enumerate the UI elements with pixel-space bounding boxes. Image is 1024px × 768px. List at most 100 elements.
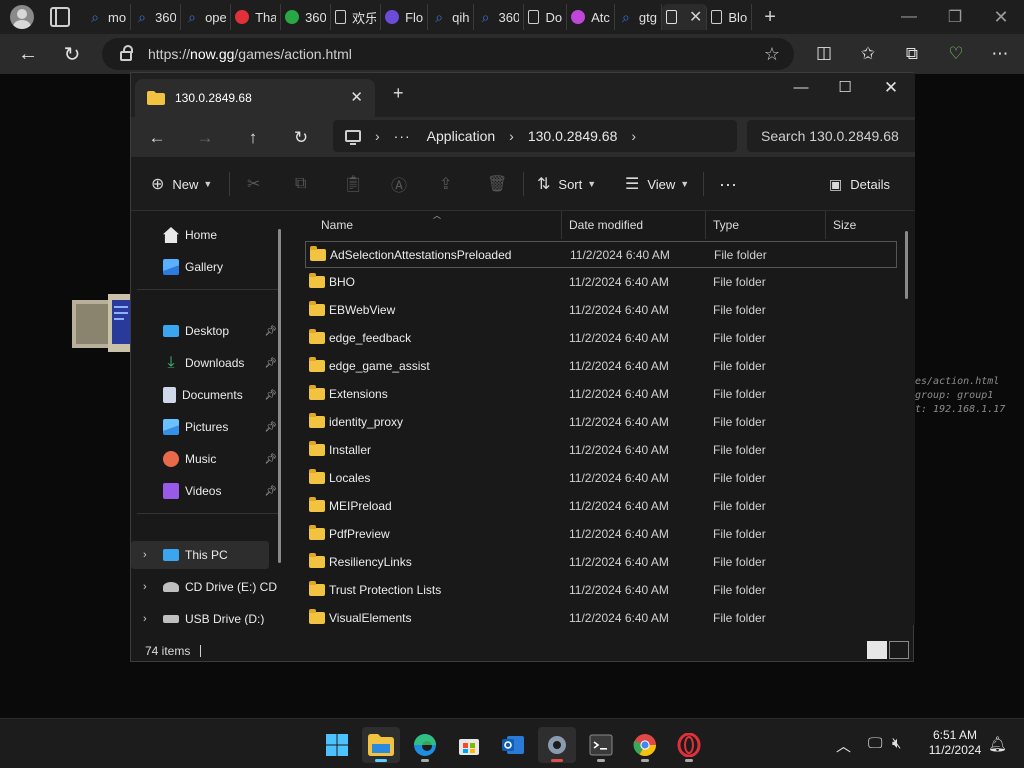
browser-tab[interactable]: 360 bbox=[281, 4, 332, 30]
browser-tab[interactable]: Blo bbox=[707, 4, 753, 30]
rename-button[interactable]: Ⓐ bbox=[391, 174, 415, 195]
browser-essentials-icon[interactable]: ♡ bbox=[944, 44, 968, 64]
table-row[interactable]: ResiliencyLinks 11/2/2024 6:40 AM File fol… bbox=[305, 549, 897, 576]
new-explorer-tab-button[interactable]: + bbox=[393, 83, 404, 104]
table-row[interactable]: Locales 11/2/2024 6:40 AM File folder bbox=[305, 465, 897, 492]
nav-item-pictures[interactable]: Pictures 📌︎ bbox=[131, 413, 281, 441]
close-tab-icon[interactable]: ✕ bbox=[689, 7, 702, 27]
column-separator[interactable] bbox=[705, 211, 706, 239]
pin-icon[interactable]: 📌︎ bbox=[264, 422, 277, 433]
copy-button[interactable]: ⧉ bbox=[295, 174, 314, 194]
table-row[interactable]: MEIPreload 11/2/2024 6:40 AM File folder bbox=[305, 493, 897, 520]
cut-button[interactable]: ✂ bbox=[247, 174, 268, 194]
table-row[interactable]: BHO 11/2/2024 6:40 AM File folder bbox=[305, 269, 897, 296]
new-button[interactable]: ⊕ New ▼ bbox=[151, 174, 212, 194]
url-text[interactable]: https://now.gg/games/action.html bbox=[148, 46, 352, 62]
browser-tab[interactable]: 欢乐 bbox=[331, 4, 382, 30]
explorer-back-button[interactable]: ← bbox=[141, 125, 173, 151]
explorer-up-button[interactable]: ↑ bbox=[237, 125, 269, 151]
taskbar-edge[interactable] bbox=[406, 727, 444, 763]
table-row[interactable]: Extensions 11/2/2024 6:40 AM File folder bbox=[305, 381, 897, 408]
split-screen-icon[interactable]: ◫ bbox=[812, 43, 836, 63]
chevron-right-icon[interactable]: › bbox=[143, 581, 147, 593]
column-separator[interactable] bbox=[825, 211, 826, 239]
chevron-right-icon[interactable]: › bbox=[509, 128, 514, 144]
nav-item-desktop[interactable]: Desktop 📌︎ bbox=[131, 317, 281, 345]
profile-avatar[interactable] bbox=[10, 5, 34, 29]
chevron-right-icon[interactable]: › bbox=[143, 549, 147, 561]
nav-item-usb-drive[interactable]: › USB Drive (D:) bbox=[131, 605, 281, 625]
collections-icon[interactable]: ⧉ bbox=[900, 44, 924, 64]
more-locations-icon[interactable]: ··· bbox=[394, 128, 411, 144]
browser-tab[interactable]: ⌕ 360 bbox=[474, 4, 525, 30]
delete-button[interactable]: 🗑︎ bbox=[487, 174, 515, 194]
browser-tab[interactable]: ⌕ mo bbox=[84, 4, 132, 30]
browser-tab[interactable]: ⌕ ope bbox=[181, 4, 232, 30]
table-row[interactable]: edge_game_assist 11/2/2024 6:40 AM File fo… bbox=[305, 353, 897, 380]
restore-button[interactable]: ❐ bbox=[932, 0, 978, 34]
favorites-icon[interactable]: ✩ bbox=[856, 44, 880, 64]
explorer-forward-button[interactable]: → bbox=[189, 125, 221, 151]
nav-item-documents[interactable]: Documents 📌︎ bbox=[131, 381, 281, 409]
column-type[interactable]: Type bbox=[713, 218, 739, 232]
explorer-minimize-button[interactable]: — bbox=[779, 75, 823, 101]
start-button[interactable] bbox=[318, 727, 356, 763]
nav-item-this-pc[interactable]: › This PC bbox=[131, 541, 269, 569]
nav-item-cd-drive[interactable]: › CD Drive (E:) CD bbox=[131, 573, 281, 601]
breadcrumb[interactable]: › ··· Application › 130.0.2849.68 › bbox=[333, 120, 737, 152]
this-pc-icon[interactable] bbox=[345, 130, 361, 145]
tab-actions-icon[interactable] bbox=[50, 7, 70, 27]
explorer-maximize-button[interactable]: ☐ bbox=[823, 75, 867, 101]
share-button[interactable]: ⇪ bbox=[439, 174, 460, 194]
table-row[interactable]: AdSelectionAttestationsPreloaded 11/2/202… bbox=[305, 241, 897, 268]
refresh-button[interactable]: ↻ bbox=[56, 38, 88, 70]
taskbar-outlook[interactable] bbox=[494, 727, 532, 763]
close-tab-button[interactable]: ✕ bbox=[350, 88, 363, 106]
browser-tab[interactable]: Do bbox=[524, 4, 568, 30]
column-date-modified[interactable]: Date modified bbox=[569, 218, 643, 232]
column-name[interactable]: Name bbox=[321, 218, 353, 232]
favorite-star-icon[interactable]: ☆ bbox=[764, 44, 780, 65]
browser-tab-active[interactable]: ✕ bbox=[661, 4, 708, 30]
browser-tab[interactable]: Tha bbox=[231, 4, 282, 30]
chevron-right-icon[interactable]: › bbox=[375, 128, 380, 144]
taskbar-chrome[interactable] bbox=[626, 727, 664, 763]
taskbar-store[interactable] bbox=[450, 727, 488, 763]
explorer-close-button[interactable]: ✕ bbox=[869, 75, 913, 101]
settings-more-icon[interactable]: ⋯ bbox=[988, 44, 1012, 64]
close-button[interactable]: ✕ bbox=[978, 0, 1024, 34]
lock-icon[interactable] bbox=[120, 45, 133, 61]
chevron-right-icon[interactable]: › bbox=[143, 613, 147, 625]
pin-icon[interactable]: 📌︎ bbox=[264, 390, 277, 401]
pin-icon[interactable]: 📌︎ bbox=[264, 326, 277, 337]
explorer-tab[interactable]: 130.0.2849.68 ✕ bbox=[135, 79, 375, 117]
browser-tab[interactable]: Flo bbox=[381, 4, 429, 30]
clock[interactable]: 6:51 AM 11/2/2024 bbox=[918, 728, 992, 758]
tiles-view-button[interactable] bbox=[889, 641, 909, 659]
back-button[interactable]: ← bbox=[12, 38, 44, 70]
nav-item-gallery[interactable]: Gallery bbox=[131, 253, 281, 281]
table-row[interactable]: VisualElements 11/2/2024 6:40 AM File fold… bbox=[305, 605, 897, 625]
volume-muted-icon[interactable]: 🔇︎ bbox=[892, 735, 901, 752]
nav-item-downloads[interactable]: ⤓ Downloads 📌︎ bbox=[131, 349, 281, 377]
details-view-button[interactable] bbox=[867, 641, 887, 659]
taskbar-terminal[interactable] bbox=[582, 727, 620, 763]
nav-item-videos[interactable]: Videos 📌︎ bbox=[131, 477, 281, 505]
table-row[interactable]: PdfPreview 11/2/2024 6:40 AM File folder bbox=[305, 521, 897, 548]
search-input[interactable]: Search 130.0.2849.68 bbox=[747, 120, 915, 152]
view-button[interactable]: ☰ View ▼ bbox=[625, 174, 689, 194]
taskbar-opera[interactable] bbox=[670, 727, 708, 763]
new-tab-button[interactable]: + bbox=[764, 6, 776, 29]
more-options-icon[interactable]: ··· bbox=[719, 174, 737, 194]
taskbar-file-explorer[interactable] bbox=[362, 727, 400, 763]
nav-item-home[interactable]: Home bbox=[131, 221, 281, 249]
vertical-scrollbar[interactable] bbox=[905, 231, 908, 299]
breadcrumb-item[interactable]: 130.0.2849.68 bbox=[528, 128, 618, 144]
paste-button[interactable]: 📋︎ bbox=[343, 174, 371, 194]
table-row[interactable]: edge_feedback 11/2/2024 6:40 AM File folde… bbox=[305, 325, 897, 352]
sort-button[interactable]: ⇅ Sort ▼ bbox=[537, 174, 596, 194]
browser-tab[interactable]: ⌕ qih bbox=[428, 4, 475, 30]
table-row[interactable]: Trust Protection Lists 11/2/2024 6:40 AM F… bbox=[305, 577, 897, 604]
taskbar-settings[interactable] bbox=[538, 727, 576, 763]
pin-icon[interactable]: 📌︎ bbox=[264, 358, 277, 369]
